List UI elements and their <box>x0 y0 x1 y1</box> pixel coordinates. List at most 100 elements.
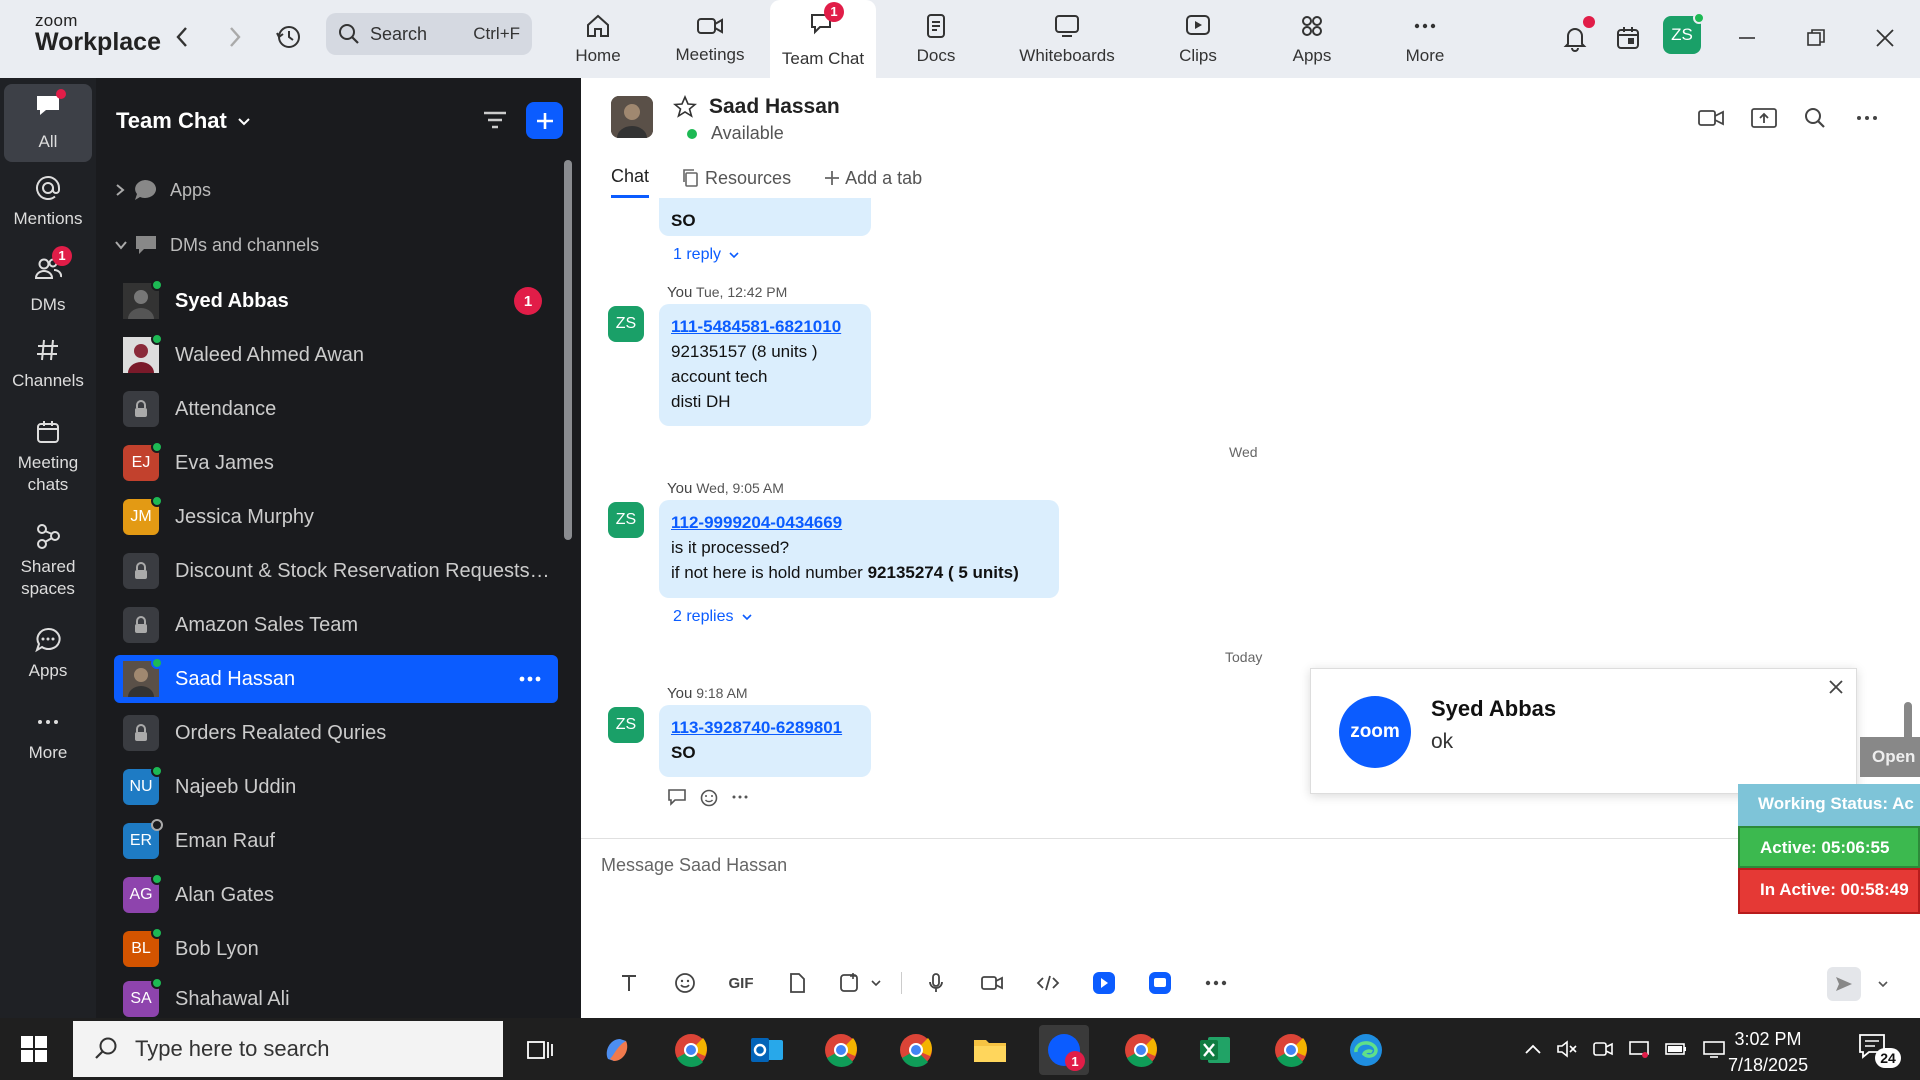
order-link[interactable]: 111-5484581-6821010 <box>671 317 841 336</box>
sidebar-scrollbar[interactable] <box>564 160 572 540</box>
reply-icon[interactable] <box>667 788 687 806</box>
nav-apps[interactable]: Apps <box>1272 0 1352 78</box>
edge-app[interactable] <box>1341 1025 1391 1075</box>
tab-chat[interactable]: Chat <box>611 166 650 198</box>
rail-channels[interactable]: Channels <box>4 336 92 392</box>
nav-more[interactable]: More <box>1385 0 1465 78</box>
search-box[interactable]: Search Ctrl+F <box>326 13 532 55</box>
section-apps[interactable]: Apps <box>114 178 211 202</box>
conversation-item[interactable]: Waleed Ahmed Awan <box>114 331 558 379</box>
conversation-item[interactable]: NU Najeeb Uddin <box>114 763 558 811</box>
message-bubble[interactable]: 113-3928740-6289801 SO <box>659 705 871 777</box>
chevron-down-icon[interactable] <box>1877 979 1889 989</box>
taskbar-clock[interactable]: 3:02 PM 7/18/2025 <box>1728 1026 1808 1078</box>
notifications-button[interactable] <box>1557 16 1595 56</box>
more-tools-button[interactable] <box>1188 967 1244 999</box>
thread-replies-link[interactable]: 2 replies <box>673 608 752 626</box>
open-button[interactable]: Open <box>1860 737 1920 777</box>
conversation-item[interactable]: AG Alan Gates <box>114 871 558 919</box>
rail-meeting-chats[interactable]: Meeting chats <box>4 418 92 496</box>
conversation-item[interactable]: Syed Abbas 1 <box>114 277 558 325</box>
conversation-item[interactable]: BL Bob Lyon <box>114 925 558 973</box>
conversation-item[interactable]: SA Shahawal Ali <box>114 977 558 1019</box>
user-avatar[interactable]: ZS <box>1663 12 1705 54</box>
conversation-item-selected[interactable]: Saad Hassan <box>114 655 558 703</box>
share-screen-button[interactable] <box>1750 106 1778 130</box>
nav-meetings[interactable]: Meetings <box>664 0 756 78</box>
meet-now-icon[interactable] <box>1592 1039 1614 1059</box>
emoji-button[interactable] <box>657 967 713 999</box>
tab-add[interactable]: Add a tab <box>823 166 922 198</box>
chrome-app-3[interactable] <box>891 1025 941 1075</box>
zoom-app-taskbar[interactable]: 1 <box>1039 1025 1089 1075</box>
gif-button[interactable]: GIF <box>713 967 769 999</box>
send-button[interactable] <box>1827 967 1861 1001</box>
message-bubble[interactable]: 112-9999204-0434669 is it processed? if … <box>659 500 1059 598</box>
message-notification-toast[interactable]: zoom Syed Abbas ok <box>1310 668 1857 794</box>
message-input[interactable]: Message Saad Hassan <box>601 855 787 876</box>
tab-resources[interactable]: Resources <box>681 166 791 198</box>
chrome-app-4[interactable] <box>1116 1025 1166 1075</box>
calendar-button[interactable] <box>1610 20 1646 56</box>
excel-app[interactable] <box>1190 1025 1240 1075</box>
notification-close-button[interactable] <box>1828 679 1844 700</box>
rail-more[interactable]: More <box>4 708 92 764</box>
thread-replies-link[interactable]: 1 reply <box>673 246 740 264</box>
contact-avatar[interactable] <box>611 96 653 138</box>
search-chat-button[interactable] <box>1803 106 1827 130</box>
message-bubble[interactable]: SO <box>659 198 871 236</box>
more-dots-icon[interactable] <box>731 788 749 806</box>
chrome-app-5[interactable] <box>1266 1025 1316 1075</box>
nav-docs[interactable]: Docs <box>896 0 976 78</box>
conversation-item[interactable]: EJ Eva James <box>114 439 558 487</box>
taskbar-search[interactable]: Type here to search <box>73 1021 503 1077</box>
filter-button[interactable] <box>482 108 508 137</box>
forward-button[interactable] <box>220 22 250 52</box>
rail-apps[interactable]: Apps <box>4 626 92 682</box>
channel-item[interactable]: Discount & Stock Reservation Requests O.… <box>114 547 558 595</box>
attach-file-button[interactable] <box>769 967 825 999</box>
rail-shared-spaces[interactable]: Shared spaces <box>4 522 92 600</box>
voice-message-button[interactable] <box>908 967 964 999</box>
sidebar-title[interactable]: Team Chat <box>116 108 253 134</box>
nav-team-chat[interactable]: 1 Team Chat <box>770 0 876 78</box>
rail-mentions[interactable]: Mentions <box>4 174 92 230</box>
action-center-button[interactable]: 24 <box>1857 1032 1901 1068</box>
conversation-item[interactable]: ER Eman Rauf <box>114 817 558 865</box>
more-options-icon[interactable] <box>518 675 542 683</box>
clips-app-button[interactable] <box>1076 967 1132 999</box>
nav-whiteboards[interactable]: Whiteboards <box>1012 0 1122 78</box>
format-text-button[interactable] <box>601 967 657 999</box>
chevron-up-icon[interactable] <box>1524 1043 1542 1055</box>
video-message-button[interactable] <box>964 967 1020 999</box>
task-view-button[interactable] <box>515 1025 565 1075</box>
minimize-button[interactable] <box>1729 20 1765 56</box>
copilot-app[interactable] <box>592 1025 642 1075</box>
message-bubble[interactable]: 111-5484581-6821010 92135157 (8 units ) … <box>659 304 871 426</box>
order-link[interactable]: 112-9999204-0434669 <box>671 513 842 532</box>
outlook-app[interactable] <box>742 1025 792 1075</box>
close-window-button[interactable] <box>1867 20 1903 56</box>
rail-all[interactable]: All <box>4 84 92 162</box>
history-button[interactable] <box>274 22 304 52</box>
star-icon[interactable] <box>673 95 697 119</box>
network-icon[interactable] <box>1702 1039 1726 1059</box>
battery-icon[interactable] <box>1664 1039 1688 1059</box>
video-call-button[interactable] <box>1697 106 1725 130</box>
channel-item[interactable]: Amazon Sales Team <box>114 601 558 649</box>
file-explorer-app[interactable] <box>965 1025 1015 1075</box>
screenshot-button[interactable] <box>825 967 895 999</box>
chrome-app-2[interactable] <box>816 1025 866 1075</box>
channel-item[interactable]: Orders Realated Quries <box>114 709 558 757</box>
new-chat-button[interactable] <box>526 102 563 139</box>
restore-button[interactable] <box>1798 20 1834 56</box>
back-button[interactable] <box>167 22 197 52</box>
chat-more-button[interactable] <box>1855 106 1879 130</box>
chat-app-button[interactable] <box>1132 967 1188 999</box>
order-link[interactable]: 113-3928740-6289801 <box>671 718 842 737</box>
speaker-muted-icon[interactable] <box>1556 1039 1578 1059</box>
section-dms-channels[interactable]: DMs and channels <box>114 234 319 256</box>
display-icon[interactable] <box>1628 1039 1650 1059</box>
nav-clips[interactable]: Clips <box>1158 0 1238 78</box>
contact-name[interactable]: Saad Hassan <box>709 95 840 119</box>
